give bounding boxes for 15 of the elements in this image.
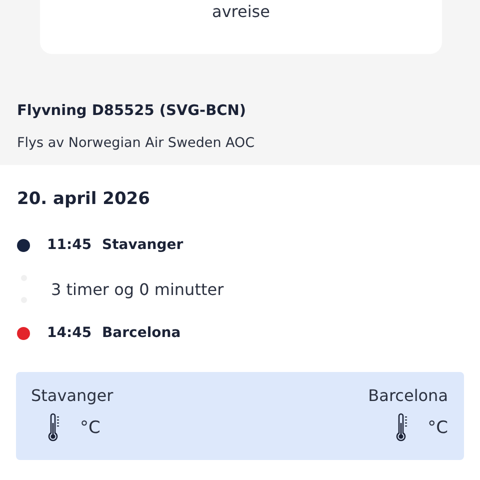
stop-time: 14:45 <box>47 325 93 341</box>
weather-city: Barcelona <box>368 386 448 405</box>
weather-city: Stavanger <box>31 386 114 405</box>
stop-time: 11:45 <box>47 237 93 253</box>
temperature-unit: °C <box>428 418 448 438</box>
stop-place: Stavanger <box>102 237 184 253</box>
flight-date: 20. april 2026 <box>17 189 151 209</box>
flight-operator: Flys av Norwegian Air Sweden AOC <box>17 135 256 151</box>
temperature-unit: °C <box>80 418 100 438</box>
flight-title: Flyvning D85525 (SVG-BCN) <box>17 103 248 119</box>
thermometer-icon <box>48 413 60 443</box>
stop-place: Barcelona <box>102 325 181 341</box>
card-text: avreise <box>212 2 270 23</box>
flight-duration: 3 timer og 0 minutter <box>51 280 224 298</box>
thermometer-icon <box>396 413 408 443</box>
